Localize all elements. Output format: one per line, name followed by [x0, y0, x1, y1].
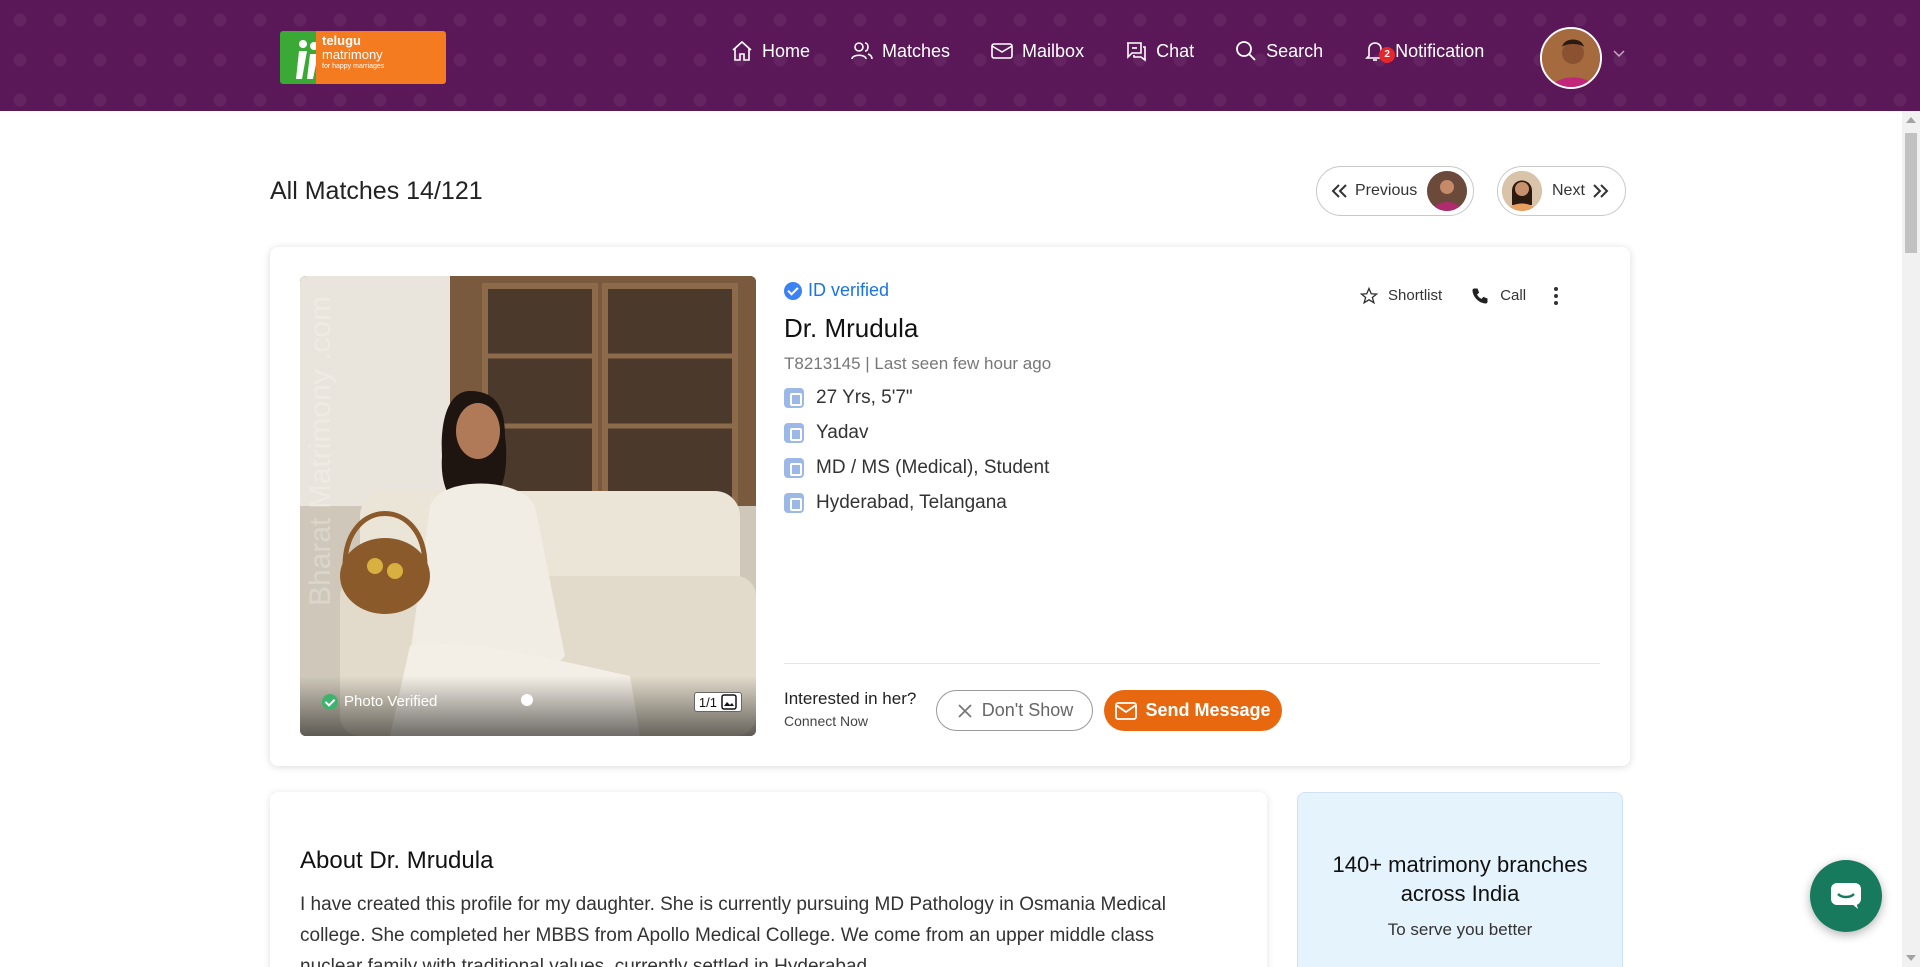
- user-avatar-image: [1542, 29, 1600, 87]
- nav-notification-label: Notification: [1395, 40, 1485, 61]
- main-nav: Home Matches Mailbox Chat Search 2 Notif…: [730, 36, 1484, 66]
- age-icon: [784, 388, 804, 408]
- notification-count-badge: 2: [1379, 47, 1396, 63]
- photo-count[interactable]: 1/1: [693, 692, 742, 712]
- dont-show-label: Don't Show: [981, 700, 1074, 720]
- detail-location-text: Hyderabad, Telangana: [816, 492, 1007, 513]
- caste-icon: [784, 423, 804, 443]
- dont-show-button[interactable]: Don't Show: [936, 690, 1093, 731]
- vertical-scrollbar[interactable]: [1902, 111, 1920, 967]
- nav-matches[interactable]: Matches: [850, 39, 950, 63]
- profile-id-last-seen: T8213145 | Last seen few hour ago: [784, 354, 1052, 373]
- chat-support-button[interactable]: [1810, 860, 1882, 932]
- send-message-button[interactable]: Send Message: [1104, 690, 1282, 731]
- close-icon: [958, 703, 972, 718]
- branches-title: 140+ matrimony branches across India: [1332, 852, 1588, 906]
- top-navigation-bar: telugu matrimony for happy marriages Hom…: [0, 0, 1920, 111]
- nav-search[interactable]: Search: [1234, 39, 1323, 63]
- verified-shield-icon: [784, 281, 802, 300]
- previous-label: Previous: [1355, 182, 1418, 199]
- photo-verified-badge: Photo Verified: [322, 693, 437, 710]
- double-chevron-right-icon: [1593, 184, 1609, 198]
- next-label: Next: [1552, 182, 1585, 199]
- card-divider: [784, 663, 1600, 664]
- logo-text-block: telugu matrimony for happy marriages: [316, 31, 446, 84]
- nav-notification[interactable]: 2 Notification: [1363, 39, 1484, 63]
- nav-home-label: Home: [762, 40, 811, 61]
- phone-icon: [1472, 288, 1488, 303]
- detail-caste-text: Yadav: [816, 422, 869, 443]
- send-message-label: Send Message: [1145, 700, 1271, 720]
- nav-matches-label: Matches: [882, 40, 951, 61]
- location-icon: [784, 493, 804, 513]
- next-profile-thumbnail: [1502, 171, 1542, 211]
- education-icon: [784, 458, 804, 478]
- scrollbar-thumb[interactable]: [1905, 133, 1917, 253]
- nav-search-label: Search: [1266, 40, 1324, 61]
- previous-profile-thumbnail: [1427, 171, 1468, 211]
- telugu-matrimony-logo[interactable]: telugu matrimony for happy marriages: [280, 31, 446, 84]
- shortlist-button[interactable]: Shortlist: [1360, 286, 1443, 305]
- profile-photo-image: Bharat Matrimony .com: [300, 276, 756, 736]
- branches-banner[interactable]: 140+ matrimony branches across India To …: [1297, 792, 1623, 967]
- nav-mailbox[interactable]: Mailbox: [990, 39, 1084, 63]
- detail-location: Hyderabad, Telangana: [784, 492, 1051, 514]
- interested-question: Interested in her?: [784, 689, 917, 708]
- logo-line-2: matrimony: [322, 47, 383, 62]
- previous-profile-button[interactable]: Previous: [1316, 166, 1474, 216]
- photo-count-label: 1/1: [698, 694, 717, 710]
- detail-age-height: 27 Yrs, 5'7": [784, 387, 1051, 409]
- about-section: About Dr. Mrudula I have created this pr…: [270, 792, 1267, 967]
- mail-icon: [1115, 701, 1138, 720]
- gallery-icon: [721, 694, 737, 710]
- profile-actions: Shortlist Call: [1360, 285, 1559, 306]
- photo-carousel-dot[interactable]: [521, 694, 533, 706]
- profile-card: Bharat Matrimony .com Photo Verified 1/1…: [270, 247, 1630, 766]
- call-label: Call: [1500, 287, 1527, 304]
- next-profile-button[interactable]: Next: [1497, 166, 1626, 216]
- users-icon: [851, 42, 873, 60]
- chat-bubble-icon: [1831, 883, 1861, 909]
- star-icon: [1360, 286, 1378, 304]
- about-text: I have created this profile for my daugh…: [300, 894, 1166, 967]
- photo-verified-label: Photo Verified: [344, 693, 438, 710]
- branches-subtitle: To serve you better: [1387, 920, 1533, 939]
- about-heading: About Dr. Mrudula: [300, 847, 494, 874]
- logo-line-1: telugu: [322, 33, 361, 48]
- connect-now-label: Connect Now: [784, 713, 869, 729]
- logo-tagline: for happy marriages: [322, 63, 385, 70]
- chevron-down-icon[interactable]: [1613, 50, 1625, 58]
- photo-watermark: Bharat Matrimony .com: [304, 296, 337, 606]
- more-options-icon[interactable]: [1554, 285, 1559, 306]
- shortlist-label: Shortlist: [1388, 287, 1443, 304]
- detail-age-height-text: 27 Yrs, 5'7": [816, 387, 913, 408]
- chat-icon: [1127, 42, 1146, 62]
- scroll-down-arrow-icon[interactable]: [1906, 955, 1916, 961]
- home-icon: [732, 40, 752, 61]
- nav-chat-label: Chat: [1156, 40, 1195, 61]
- search-icon: [1236, 41, 1256, 61]
- profile-name: Dr. Mrudula: [784, 313, 919, 343]
- user-avatar[interactable]: [1540, 27, 1602, 89]
- profile-photo[interactable]: Bharat Matrimony .com Photo Verified 1/1: [300, 276, 756, 736]
- double-chevron-left-icon: [1331, 184, 1347, 198]
- id-verified-label: ID verified: [808, 280, 890, 300]
- detail-caste: Yadav: [784, 422, 1051, 444]
- id-verified-badge: ID verified: [784, 280, 1051, 301]
- call-button[interactable]: Call: [1470, 286, 1526, 306]
- nav-mailbox-label: Mailbox: [1022, 40, 1085, 61]
- detail-education: MD / MS (Medical), Student: [784, 457, 1051, 479]
- profile-info: ID verified Dr. Mrudula T8213145 | Last …: [784, 280, 1051, 514]
- mail-icon: [991, 43, 1013, 59]
- page-title: All Matches 14/121: [270, 177, 483, 205]
- nav-home[interactable]: Home: [730, 39, 810, 63]
- nav-chat[interactable]: Chat: [1124, 39, 1194, 63]
- check-circle-icon: [322, 693, 338, 710]
- scroll-up-arrow-icon[interactable]: [1906, 117, 1916, 123]
- detail-education-text: MD / MS (Medical), Student: [816, 457, 1050, 478]
- interested-prompt: Interested in her? Connect Now: [784, 689, 916, 729]
